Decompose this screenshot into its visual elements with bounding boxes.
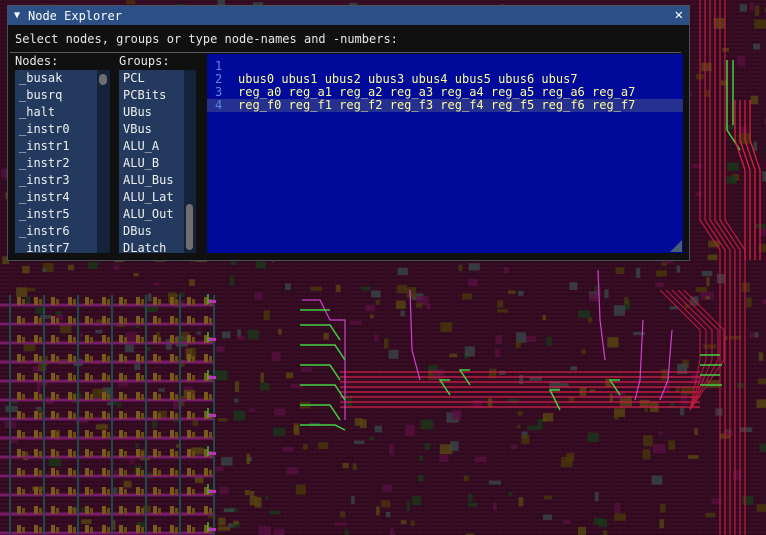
nodes-list[interactable]: _busak _busrq _halt _instr0 _instr1 _instr2 _i… [15, 70, 97, 253]
node-list-item[interactable]: _instr5 [15, 206, 97, 223]
node-list-item[interactable]: _instr0 [15, 121, 97, 138]
node-list-item[interactable]: _busrq [15, 87, 97, 104]
nodes-label: Nodes: [15, 54, 59, 68]
line-number: 1 [215, 59, 223, 73]
resize-grip[interactable] [670, 240, 682, 252]
editor-line[interactable]: 1 [207, 60, 683, 73]
groups-list[interactable]: PCL PCBits UBus VBus ALU_A ALU_B ALU_Bus ALU_La… [119, 70, 184, 253]
node-list-item[interactable]: _busak [15, 70, 97, 87]
node-list-item[interactable]: _halt [15, 104, 97, 121]
editor-line[interactable]: 2 ubus0 ubus1 ubus2 ubus3 ubus4 ubus5 ubu… [207, 73, 683, 86]
node-list-item[interactable]: _instr1 [15, 138, 97, 155]
line-number: 2 [215, 72, 223, 86]
nodes-scrollbar[interactable] [97, 70, 110, 253]
node-list-item[interactable]: _instr7 [15, 240, 97, 253]
group-list-item[interactable]: PCBits [119, 87, 184, 104]
group-list-item[interactable]: ALU_Lat [119, 189, 184, 206]
groups-scrollbar-thumb[interactable] [186, 204, 193, 250]
window-title: Node Explorer [28, 8, 122, 23]
groups-label: Groups: [119, 54, 170, 68]
groups-scrollbar[interactable] [184, 70, 196, 253]
node-list-item[interactable]: _instr3 [15, 172, 97, 189]
line-text: ubus0 ubus1 ubus2 ubus3 ubus4 ubus5 ubus… [238, 72, 578, 86]
group-list-item[interactable]: ALU_A [119, 138, 184, 155]
group-list-item[interactable]: PCL [119, 70, 184, 87]
editor-line[interactable]: 3 reg_a0 reg_a1 reg_a2 reg_a3 reg_a4 reg_… [207, 86, 683, 99]
line-number: 4 [215, 98, 223, 112]
group-list-item[interactable]: DBus [119, 223, 184, 240]
instruction-text: Select nodes, groups or type node-names … [15, 32, 398, 46]
line-text: reg_f0 reg_f1 reg_f2 reg_f3 reg_f4 reg_f… [238, 98, 636, 112]
group-list-item[interactable]: ALU_Out [119, 206, 184, 223]
node-explorer-window: ▼ Node Explorer ✕ Select nodes, groups o… [7, 5, 690, 261]
collapse-triangle-icon[interactable]: ▼ [14, 10, 28, 21]
close-icon[interactable]: ✕ [675, 7, 683, 24]
line-text: reg_a0 reg_a1 reg_a2 reg_a3 reg_a4 reg_a… [238, 85, 636, 99]
node-list-item[interactable]: _instr4 [15, 189, 97, 206]
group-list-item[interactable]: ALU_B [119, 155, 184, 172]
line-number: 3 [215, 85, 223, 99]
node-list-item[interactable]: _instr2 [15, 155, 97, 172]
editor-line[interactable]: 4 reg_f0 reg_f1 reg_f2 reg_f3 reg_f4 reg_… [207, 99, 683, 112]
separator [10, 52, 681, 53]
group-list-item[interactable]: VBus [119, 121, 184, 138]
group-list-item[interactable]: ALU_Bus [119, 172, 184, 189]
node-list-item[interactable]: _instr6 [15, 223, 97, 240]
nodes-scrollbar-thumb[interactable] [99, 74, 107, 85]
group-list-item[interactable]: UBus [119, 104, 184, 121]
node-text-editor[interactable]: 4 reg_f0 reg_f1 reg_f2 reg_f3 reg_f4 reg_… [207, 54, 683, 253]
window-titlebar[interactable]: ▼ Node Explorer ✕ [8, 6, 689, 25]
group-list-item[interactable]: DLatch [119, 240, 184, 253]
